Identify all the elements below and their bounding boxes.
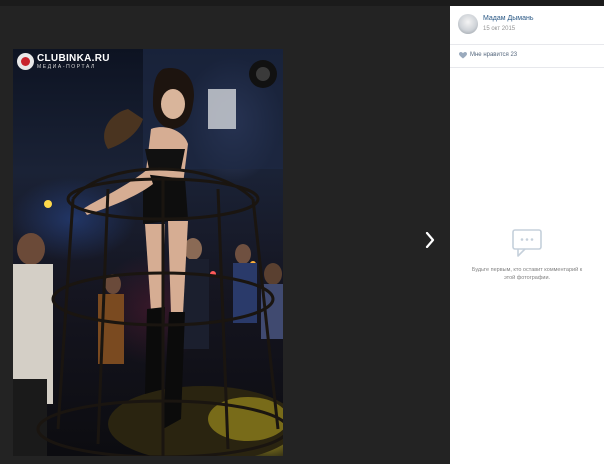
post-date[interactable]: 15 окт 2015 bbox=[483, 26, 515, 32]
photo-scene bbox=[13, 49, 283, 456]
photo-sidebar: Мадам Дымань 15 окт 2015 Мне нравится 23… bbox=[450, 6, 604, 464]
watermark-title: CLUBINKA.RU bbox=[37, 52, 110, 64]
avatar[interactable] bbox=[458, 14, 478, 34]
photo-viewer[interactable]: CLUBINKA.RU МЕДИА-ПОРТАЛ bbox=[0, 6, 450, 464]
empty-comments-text: Будьте первым, кто оставит комментарий к… bbox=[471, 267, 583, 281]
likes-row[interactable]: Мне нравится 23 bbox=[450, 45, 604, 68]
author-name-link[interactable]: Мадам Дымань bbox=[483, 15, 534, 22]
next-photo-button[interactable] bbox=[420, 228, 440, 252]
likes-count: 23 bbox=[510, 52, 518, 58]
watermark-logo: CLUBINKA.RU МЕДИА-ПОРТАЛ bbox=[17, 53, 110, 70]
clubinka-logo-icon bbox=[17, 53, 34, 70]
watermark-subtitle: МЕДИА-ПОРТАЛ bbox=[37, 63, 96, 70]
photo[interactable]: CLUBINKA.RU МЕДИА-ПОРТАЛ bbox=[13, 49, 283, 456]
post-header: Мадам Дымань 15 окт 2015 bbox=[450, 6, 604, 45]
likes-label-text: Мне нравится bbox=[470, 52, 509, 58]
empty-comments: Будьте первым, кто оставит комментарий к… bbox=[450, 228, 604, 282]
comments-icon bbox=[512, 229, 542, 257]
chevron-right-icon bbox=[425, 232, 435, 248]
likes-label[interactable]: Мне нравится 23 bbox=[470, 52, 517, 58]
heart-icon[interactable] bbox=[459, 52, 467, 59]
